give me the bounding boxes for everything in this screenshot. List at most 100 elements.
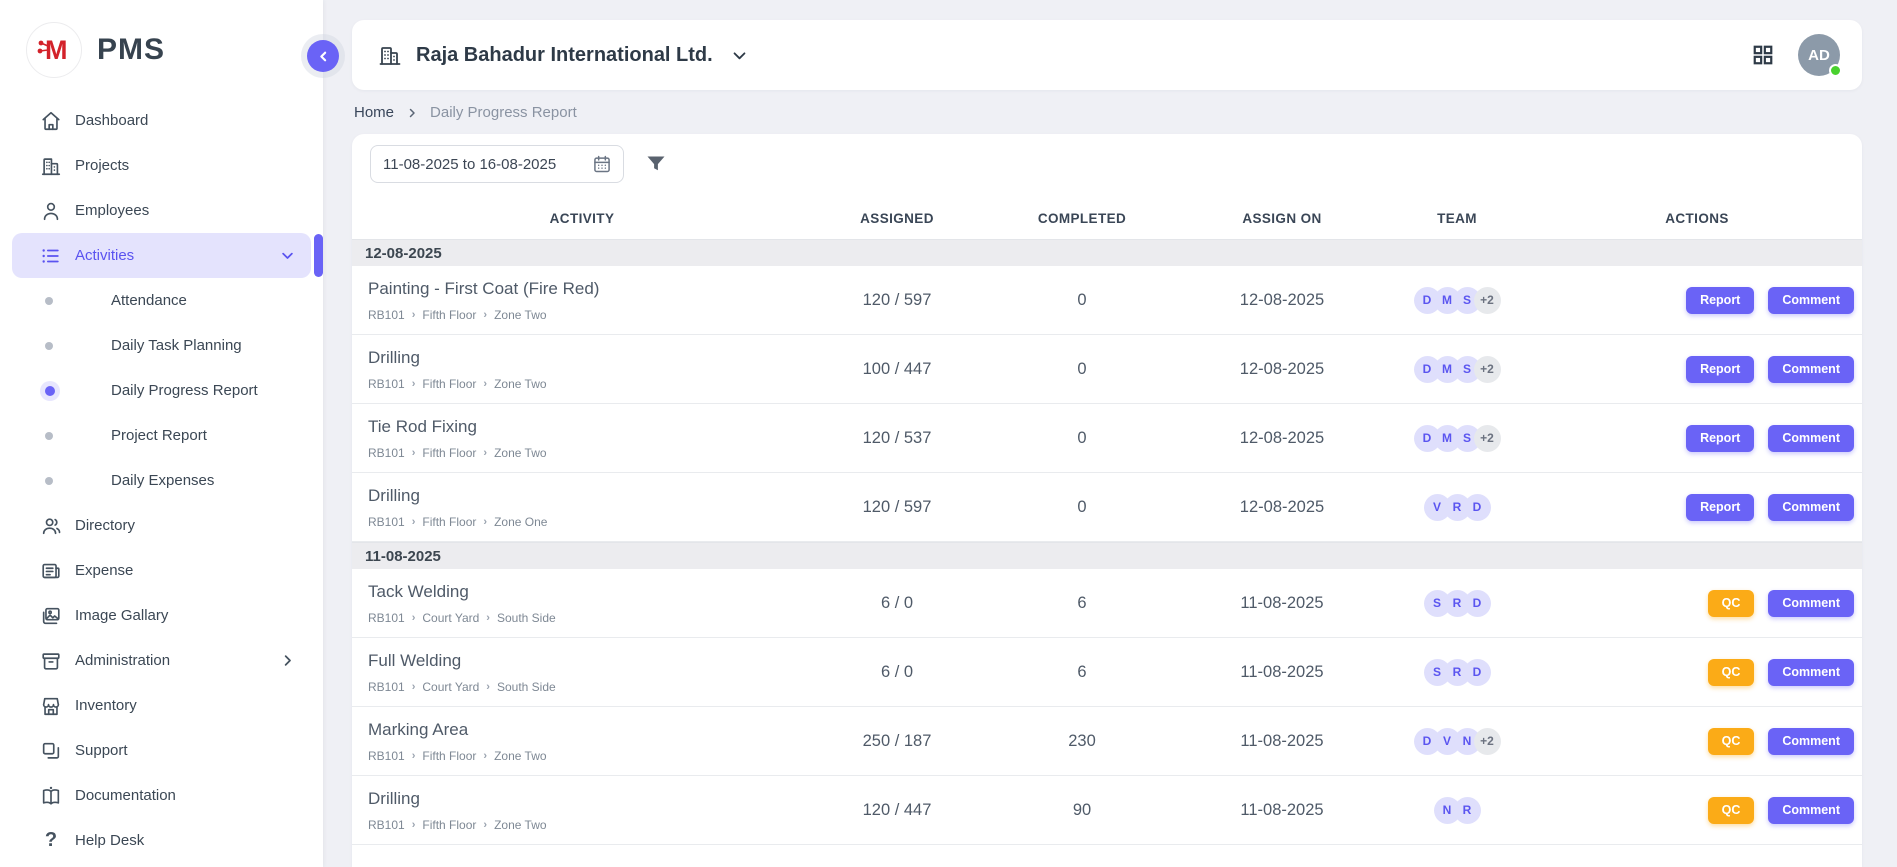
user-avatar[interactable]: AD [1798, 34, 1840, 76]
assigned-value: 120 / 537 [812, 429, 982, 448]
main-area: Raja Bahadur International Ltd. AD Home … [323, 0, 1897, 867]
sidebar-item-projects[interactable]: Projects [0, 143, 323, 188]
qc-button[interactable]: QC [1708, 590, 1755, 617]
location-segment: Zone Two [494, 818, 546, 832]
comment-button[interactable]: Comment [1768, 797, 1854, 824]
sidebar-subitem-label: Daily Progress Report [111, 382, 258, 399]
table-row: Tack Welding RB101›Court Yard›South Side… [352, 569, 1862, 638]
qc-button[interactable]: QC [1708, 728, 1755, 755]
sidebar-item-support[interactable]: Support [0, 728, 323, 773]
qc-button[interactable]: QC [1708, 659, 1755, 686]
team-overflow-badge[interactable]: +2 [1474, 287, 1501, 314]
company-selector[interactable]: Raja Bahadur International Ltd. [378, 43, 748, 67]
team-overflow-badge[interactable]: +2 [1474, 728, 1501, 755]
team-cell: DMS+2 [1382, 287, 1532, 314]
team-cell: SRD [1382, 659, 1532, 686]
sidebar-subitem-daily-expenses[interactable]: Daily Expenses [0, 458, 323, 503]
team-cell: DMS+2 [1382, 425, 1532, 452]
activity-location-path: RB101›Court Yard›South Side [368, 611, 812, 625]
sidebar-subitem-attendance[interactable]: Attendance [0, 278, 323, 323]
sidebar-item-activities[interactable]: Activities [12, 233, 311, 278]
team-member-avatar[interactable]: R [1454, 797, 1481, 824]
sidebar-subitem-daily-task-planning[interactable]: Daily Task Planning [0, 323, 323, 368]
chevron-right-icon: › [483, 750, 487, 762]
comment-button[interactable]: Comment [1768, 728, 1854, 755]
report-button[interactable]: Report [1686, 356, 1754, 383]
report-card: ACTIVITYASSIGNEDCOMPLETEDASSIGN ONTEAMAC… [352, 134, 1862, 867]
sidebar-subitem-project-report[interactable]: Project Report [0, 413, 323, 458]
sidebar-item-administration[interactable]: Administration [0, 638, 323, 683]
completed-value: 0 [982, 498, 1182, 517]
bullet-dot-icon [45, 432, 53, 440]
team-cell: DMS+2 [1382, 356, 1532, 383]
table-header-row: ACTIVITYASSIGNEDCOMPLETEDASSIGN ONTEAMAC… [352, 197, 1862, 239]
team-overflow-badge[interactable]: +2 [1474, 425, 1501, 452]
chevron-right-icon: › [483, 447, 487, 459]
actions-cell: Report Comment [1532, 356, 1862, 383]
sidebar-collapse-button[interactable] [307, 40, 339, 72]
assign-on-date: 12-08-2025 [1182, 429, 1382, 448]
table-row: Drilling RB101›Fifth Floor›Zone One 120 … [352, 473, 1862, 542]
actions-cell: Report Comment [1532, 494, 1862, 521]
sidebar-item-dashboard[interactable]: Dashboard [0, 98, 323, 143]
table-row: Full Welding RB101›Court Yard›South Side… [352, 638, 1862, 707]
date-group-header: 11-08-2025 [352, 542, 1862, 569]
bullet-dot-icon [45, 386, 55, 396]
location-segment: South Side [497, 611, 556, 625]
question-icon: ? [40, 830, 62, 852]
report-button[interactable]: Report [1686, 425, 1754, 452]
date-range-input[interactable] [370, 145, 624, 183]
breadcrumb-home[interactable]: Home [354, 104, 394, 121]
column-header-assign-on: ASSIGN ON [1182, 211, 1382, 226]
assign-on-date: 11-08-2025 [1182, 594, 1382, 613]
location-segment: RB101 [368, 818, 405, 832]
assign-on-date: 12-08-2025 [1182, 291, 1382, 310]
team-member-avatar[interactable]: D [1464, 590, 1491, 617]
assign-on-date: 12-08-2025 [1182, 498, 1382, 517]
sidebar-item-employees[interactable]: Employees [0, 188, 323, 233]
topbar: Raja Bahadur International Ltd. AD [352, 20, 1862, 90]
comment-button[interactable]: Comment [1768, 425, 1854, 452]
chevron-right-icon: › [412, 612, 416, 624]
report-button[interactable]: Report [1686, 494, 1754, 521]
comment-button[interactable]: Comment [1768, 494, 1854, 521]
report-table-body: 12-08-2025 Painting - First Coat (Fire R… [352, 239, 1862, 845]
sidebar-item-help-desk[interactable]: ?Help Desk [0, 818, 323, 863]
assigned-value: 6 / 0 [812, 663, 982, 682]
actions-cell: QC Comment [1532, 659, 1862, 686]
activity-title: Drilling [368, 348, 812, 368]
team-overflow-badge[interactable]: +2 [1474, 356, 1501, 383]
comment-button[interactable]: Comment [1768, 659, 1854, 686]
table-row: Drilling RB101›Fifth Floor›Zone Two 120 … [352, 776, 1862, 845]
report-button[interactable]: Report [1686, 287, 1754, 314]
sidebar-item-expense[interactable]: Expense [0, 548, 323, 593]
sidebar-item-label: Projects [75, 157, 129, 174]
qc-button[interactable]: QC [1708, 797, 1755, 824]
archive-icon [40, 650, 62, 672]
activity-cell: Full Welding RB101›Court Yard›South Side [352, 651, 812, 694]
sidebar-item-image-gallery[interactable]: Image Gallary [0, 593, 323, 638]
activity-title: Painting - First Coat (Fire Red) [368, 279, 812, 299]
activity-title: Drilling [368, 789, 812, 809]
sidebar-subitem-daily-progress-report[interactable]: Daily Progress Report [0, 368, 323, 413]
sidebar-item-directory[interactable]: Directory [0, 503, 323, 548]
comment-button[interactable]: Comment [1768, 590, 1854, 617]
location-segment: Fifth Floor [422, 446, 476, 460]
team-member-avatar[interactable]: D [1464, 494, 1491, 521]
sidebar-subitem-label: Daily Expenses [111, 472, 214, 489]
sidebar-item-documentation[interactable]: Documentation [0, 773, 323, 818]
app-logo: M PMS [0, 0, 323, 94]
comment-button[interactable]: Comment [1768, 287, 1854, 314]
comment-button[interactable]: Comment [1768, 356, 1854, 383]
location-segment: Fifth Floor [422, 749, 476, 763]
sidebar-subitem-label: Daily Task Planning [111, 337, 242, 354]
activity-cell: Drilling RB101›Fifth Floor›Zone Two [352, 348, 812, 391]
filter-funnel-icon[interactable] [644, 152, 668, 176]
location-segment: RB101 [368, 377, 405, 391]
apps-grid-icon[interactable] [1752, 44, 1774, 66]
chevron-right-icon: › [412, 309, 416, 321]
assigned-value: 100 / 447 [812, 360, 982, 379]
avatar-initials: AD [1808, 47, 1830, 64]
sidebar-item-inventory[interactable]: Inventory [0, 683, 323, 728]
team-member-avatar[interactable]: D [1464, 659, 1491, 686]
